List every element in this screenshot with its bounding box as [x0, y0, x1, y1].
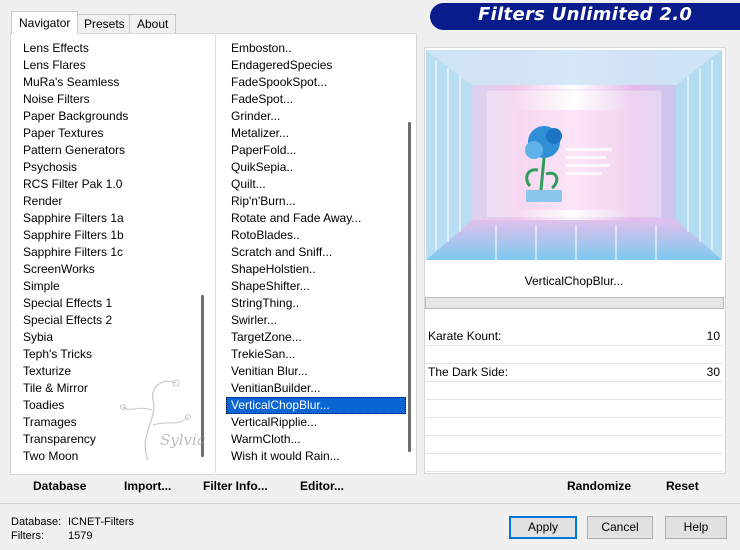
- filter-list-item[interactable]: TargetZone...: [226, 329, 406, 346]
- category-list-item[interactable]: Render: [18, 193, 198, 210]
- parameter-value[interactable]: 30: [707, 365, 720, 379]
- app-title: Filters Unlimited 2.0: [478, 4, 693, 25]
- filter-scroll-thumb[interactable]: [408, 122, 411, 452]
- category-list-item[interactable]: ScreenWorks: [18, 261, 198, 278]
- list-divider: [215, 33, 216, 473]
- import-button[interactable]: Import...: [124, 479, 171, 493]
- filters-count-value: 1579: [68, 530, 93, 542]
- category-list-item[interactable]: Paper Backgrounds: [18, 108, 198, 125]
- parameter-value[interactable]: 10: [707, 329, 720, 343]
- filter-list[interactable]: Emboston.. EndageredSpecies FadeSpookSpot.…: [226, 40, 406, 471]
- editor-button[interactable]: Editor...: [300, 479, 344, 493]
- category-list-item[interactable]: Tramages: [18, 414, 198, 431]
- filter-list-item[interactable]: ShapeShifter...: [226, 278, 406, 295]
- filter-list-item[interactable]: FadeSpookSpot...: [226, 74, 406, 91]
- randomize-button[interactable]: Randomize: [567, 479, 631, 493]
- filter-list-item[interactable]: VerticalChopBlur...: [226, 397, 406, 414]
- selected-filter-name: VerticalChopBlur...: [524, 274, 624, 288]
- category-list-item[interactable]: Noise Filters: [18, 91, 198, 108]
- filter-list-item[interactable]: Rip'n'Burn...: [226, 193, 406, 210]
- category-scrollbar[interactable]: [200, 40, 205, 470]
- category-list-item[interactable]: RCS Filter Pak 1.0: [18, 176, 198, 193]
- parameter-label: Karate Kount:: [428, 329, 502, 343]
- category-list-item[interactable]: Toadies: [18, 397, 198, 414]
- empty-parameter-row: [426, 454, 722, 472]
- empty-parameter-row: [426, 418, 722, 436]
- category-list-item[interactable]: Two Moon: [18, 448, 198, 465]
- database-button[interactable]: Database: [33, 479, 86, 493]
- filter-list-item[interactable]: RotoBlades..: [226, 227, 406, 244]
- category-list-item[interactable]: Texturize: [18, 363, 198, 380]
- filter-info-button[interactable]: Filter Info...: [203, 479, 268, 493]
- filter-list-item[interactable]: Grinder...: [226, 108, 406, 125]
- category-list-item[interactable]: Sapphire Filters 1a: [18, 210, 198, 227]
- tab-about[interactable]: About: [129, 14, 177, 33]
- filter-scrollbar[interactable]: [407, 40, 412, 470]
- category-list-item[interactable]: Lens Effects: [18, 40, 198, 57]
- category-list-item[interactable]: Teph's Tricks: [18, 346, 198, 363]
- tab-presets[interactable]: Presets: [76, 14, 133, 33]
- filter-list-item[interactable]: EndageredSpecies: [226, 57, 406, 74]
- category-list[interactable]: Lens Effects Lens Flares MuRa's Seamless No…: [18, 40, 198, 471]
- filter-list-item[interactable]: FadeSpot...: [226, 91, 406, 108]
- filter-list-item[interactable]: Quilt...: [226, 176, 406, 193]
- parameter-label: The Dark Side:: [428, 365, 509, 379]
- filter-list-item[interactable]: PaperFold...: [226, 142, 406, 159]
- category-list-item[interactable]: Psychosis: [18, 159, 198, 176]
- filter-list-item[interactable]: Wish it would Rain...: [226, 448, 406, 465]
- filter-list-item[interactable]: WarmCloth...: [226, 431, 406, 448]
- category-list-item[interactable]: Lens Flares: [18, 57, 198, 74]
- category-list-item[interactable]: MuRa's Seamless: [18, 74, 198, 91]
- empty-parameter-row: [426, 400, 722, 418]
- empty-parameter-row: [426, 346, 722, 364]
- category-list-item[interactable]: Special Effects 2: [18, 312, 198, 329]
- database-label: Database:: [11, 516, 62, 528]
- filter-list-item[interactable]: StringThing..: [226, 295, 406, 312]
- filter-list-item[interactable]: QuikSepia..: [226, 159, 406, 176]
- database-value: ICNET-Filters: [68, 516, 134, 528]
- filters-count-label: Filters:: [11, 530, 44, 542]
- filter-list-item[interactable]: VerticalRipplie...: [226, 414, 406, 431]
- status-separator: [0, 503, 740, 504]
- category-scroll-thumb[interactable]: [201, 295, 204, 457]
- filter-list-item[interactable]: Swirler...: [226, 312, 406, 329]
- filter-list-item[interactable]: TrekieSan...: [226, 346, 406, 363]
- progress-bar: [425, 297, 724, 309]
- filter-list-item[interactable]: Emboston..: [226, 40, 406, 57]
- category-list-item[interactable]: Tile & Mirror: [18, 380, 198, 397]
- parameter-row[interactable]: The Dark Side: 30: [426, 364, 722, 382]
- preview-image: [426, 50, 722, 260]
- filter-list-item[interactable]: ShapeHolstien..: [226, 261, 406, 278]
- empty-parameter-row: [426, 436, 722, 454]
- category-list-item[interactable]: Simple: [18, 278, 198, 295]
- tab-navigator[interactable]: Navigator: [11, 11, 79, 34]
- reset-button[interactable]: Reset: [666, 479, 699, 493]
- filter-list-item[interactable]: VenitianBuilder...: [226, 380, 406, 397]
- category-list-item[interactable]: Paper Textures: [18, 125, 198, 142]
- parameter-row[interactable]: Karate Kount: 10: [426, 328, 722, 346]
- category-list-item[interactable]: Special Effects 1: [18, 295, 198, 312]
- cancel-button[interactable]: Cancel: [587, 516, 653, 539]
- category-list-item[interactable]: Transparency: [18, 431, 198, 448]
- filter-list-item[interactable]: Metalizer...: [226, 125, 406, 142]
- category-list-item[interactable]: Pattern Generators: [18, 142, 198, 159]
- apply-button[interactable]: Apply: [509, 516, 577, 539]
- category-list-item[interactable]: Sapphire Filters 1c: [18, 244, 198, 261]
- help-button[interactable]: Help: [665, 516, 727, 539]
- filter-list-item[interactable]: Scratch and Sniff...: [226, 244, 406, 261]
- category-list-item[interactable]: Sapphire Filters 1b: [18, 227, 198, 244]
- filter-list-item[interactable]: Venitian Blur...: [226, 363, 406, 380]
- filter-list-item[interactable]: Rotate and Fade Away...: [226, 210, 406, 227]
- empty-parameter-row: [426, 382, 722, 400]
- category-list-item[interactable]: Sybia: [18, 329, 198, 346]
- tab-bar: Navigator Presets About: [0, 0, 430, 34]
